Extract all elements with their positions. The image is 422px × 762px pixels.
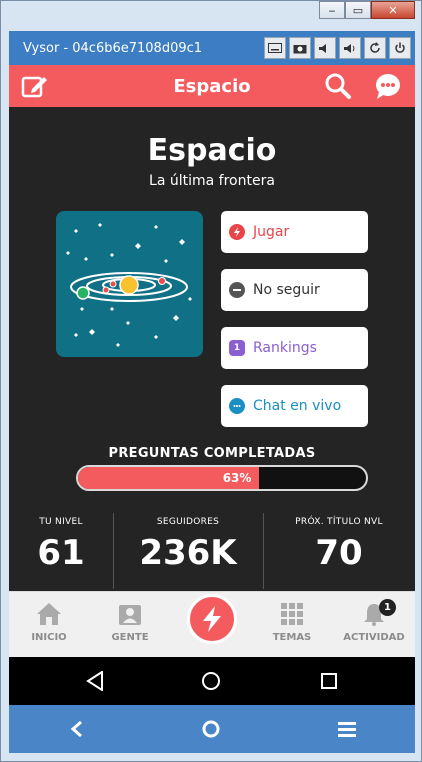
bolt-icon: [203, 606, 221, 632]
vysor-navbar: [9, 705, 415, 753]
grid-icon: [257, 602, 327, 630]
power-icon[interactable]: [389, 37, 411, 59]
progress-label: 63%: [222, 471, 252, 485]
nav-activity-label: ACTIVIDAD: [343, 632, 405, 643]
topic-title: Espacio: [147, 133, 277, 168]
search-icon[interactable]: [323, 71, 353, 101]
progress-bar: 63%: [76, 465, 368, 491]
maximize-button[interactable]: ▭: [345, 1, 371, 19]
unfollow-button[interactable]: No seguir: [221, 269, 368, 311]
stat-next-title-label: PRÓX. TÍTULO NVL: [295, 517, 383, 527]
volume-up-icon[interactable]: [339, 37, 361, 59]
progress-fill: 63%: [78, 467, 260, 489]
vysor-toolbar: [264, 37, 411, 59]
topbar-title: Espacio: [173, 75, 251, 97]
stat-next-title-value: 70: [315, 533, 363, 573]
activity-badge: 1: [379, 599, 396, 616]
nav-home-label: INICIO: [31, 632, 67, 643]
stat-followers: SEGUIDORES 236K: [113, 505, 263, 589]
android-navbar: [9, 657, 415, 705]
play-button-label: Jugar: [253, 224, 290, 240]
camera-icon[interactable]: [289, 37, 311, 59]
solar-system-illustration: [56, 211, 203, 357]
chat-icon: [229, 398, 245, 414]
stat-level: TU NIVEL 61: [9, 505, 113, 589]
progress-title: PREGUNTAS COMPLETADAS: [108, 446, 316, 461]
minimize-button[interactable]: ‒: [319, 1, 345, 19]
ranking-badge-icon: 1: [229, 340, 245, 356]
stat-followers-label: SEGUIDORES: [156, 517, 220, 527]
stat-level-value: 61: [37, 533, 85, 573]
bolt-icon: [229, 224, 245, 240]
chat-bubble-icon[interactable]: [373, 71, 403, 101]
top-app-bar: Espacio: [9, 65, 415, 107]
home-circle-icon[interactable]: [199, 669, 223, 693]
home-icon: [14, 602, 84, 630]
stat-followers-value: 236K: [139, 533, 237, 573]
play-fab[interactable]: [187, 594, 237, 644]
window-controls: ‒ ▭ ✕: [319, 1, 415, 23]
unfollow-button-label: No seguir: [253, 282, 320, 298]
nav-people-label: GENTE: [111, 632, 149, 643]
live-chat-button[interactable]: Chat en vivo: [221, 385, 368, 427]
bottom-navigation: INICIO GENTE TEMAS ACTIVIDAD 1: [9, 591, 415, 657]
nav-home[interactable]: INICIO: [14, 602, 84, 643]
topic-subtitle: La última frontera: [149, 173, 275, 189]
window-title: Vysor - 04c6b6e7108d09c1: [23, 40, 203, 56]
nav-activity[interactable]: ACTIVIDAD: [339, 602, 409, 643]
edit-icon[interactable]: [19, 71, 49, 101]
recents-icon[interactable]: [317, 669, 341, 693]
rankings-button-label: Rankings: [253, 340, 317, 356]
keyboard-icon[interactable]: [264, 37, 286, 59]
rankings-button[interactable]: 1 Rankings: [221, 327, 368, 369]
nav-topics-label: TEMAS: [272, 632, 312, 643]
vysor-titlebar: Vysor - 04c6b6e7108d09c1: [9, 31, 415, 65]
chevron-left-icon[interactable]: [65, 717, 89, 741]
minus-icon: [229, 282, 245, 298]
vysor-window: ‒ ▭ ✕ Vysor - 04c6b6e7108d09c1 Espacio E…: [0, 0, 422, 762]
stat-level-label: TU NIVEL: [39, 517, 83, 527]
stat-next-title: PRÓX. TÍTULO NVL 70: [263, 505, 415, 589]
ranking-badge-number: 1: [233, 343, 241, 353]
live-chat-button-label: Chat en vivo: [253, 398, 342, 414]
nav-people[interactable]: GENTE: [95, 602, 165, 643]
back-icon[interactable]: [83, 669, 107, 693]
rotate-icon[interactable]: [364, 37, 386, 59]
volume-down-icon[interactable]: [314, 37, 336, 59]
bell-icon: [339, 602, 409, 630]
home-circle-icon[interactable]: [199, 717, 223, 741]
app-screen: Espacio Espacio La última frontera Jugar…: [9, 65, 415, 657]
nav-topics[interactable]: TEMAS: [257, 602, 327, 643]
topic-content: Espacio La última frontera Jugar No segu…: [9, 107, 415, 591]
close-button[interactable]: ✕: [371, 1, 415, 19]
play-button[interactable]: Jugar: [221, 211, 368, 253]
people-icon: [95, 602, 165, 630]
menu-icon[interactable]: [335, 717, 359, 741]
